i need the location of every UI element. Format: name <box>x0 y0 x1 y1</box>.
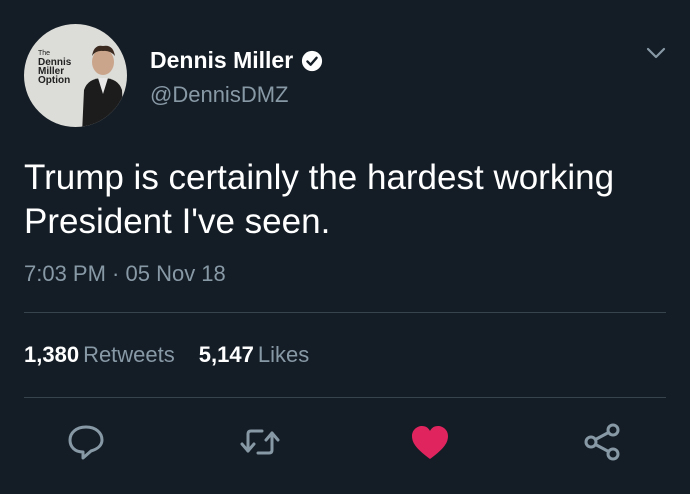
author-handle[interactable]: @DennisDMZ <box>150 82 288 108</box>
verified-badge-icon <box>302 50 323 71</box>
retweets-stat[interactable]: 1,380 Retweets <box>24 342 175 368</box>
like-button[interactable] <box>408 420 452 464</box>
avatar-logo: The Dennis Miller Option <box>38 50 72 86</box>
likes-stat[interactable]: 5,147 Likes <box>199 342 309 368</box>
tweet-text: Trump is certainly the hardest working P… <box>24 158 615 241</box>
retweet-icon <box>240 429 280 455</box>
divider <box>24 397 666 398</box>
chevron-down-icon[interactable] <box>645 42 667 64</box>
profile-photo <box>82 45 124 127</box>
tweet-stats: 1,380 Retweets 5,147 Likes <box>24 342 309 368</box>
tweet-timestamp[interactable]: 7:03 PM · 05 Nov 18 <box>24 261 226 287</box>
tweet-detail: The Dennis Miller Option Dennis Miller @… <box>0 0 690 494</box>
avatar[interactable]: The Dennis Miller Option <box>24 24 127 127</box>
retweets-label: Retweets <box>83 342 175 367</box>
reply-button[interactable] <box>64 420 108 464</box>
share-icon <box>584 423 620 461</box>
author-name[interactable]: Dennis Miller <box>150 47 293 74</box>
retweet-button[interactable] <box>238 420 282 464</box>
retweets-count: 1,380 <box>24 342 80 367</box>
reply-icon <box>68 425 104 460</box>
heart-icon <box>412 426 448 459</box>
share-button[interactable] <box>580 420 624 464</box>
likes-label: Likes <box>257 342 310 367</box>
action-bar <box>0 420 690 470</box>
likes-count: 5,147 <box>198 342 254 367</box>
divider <box>24 312 666 313</box>
